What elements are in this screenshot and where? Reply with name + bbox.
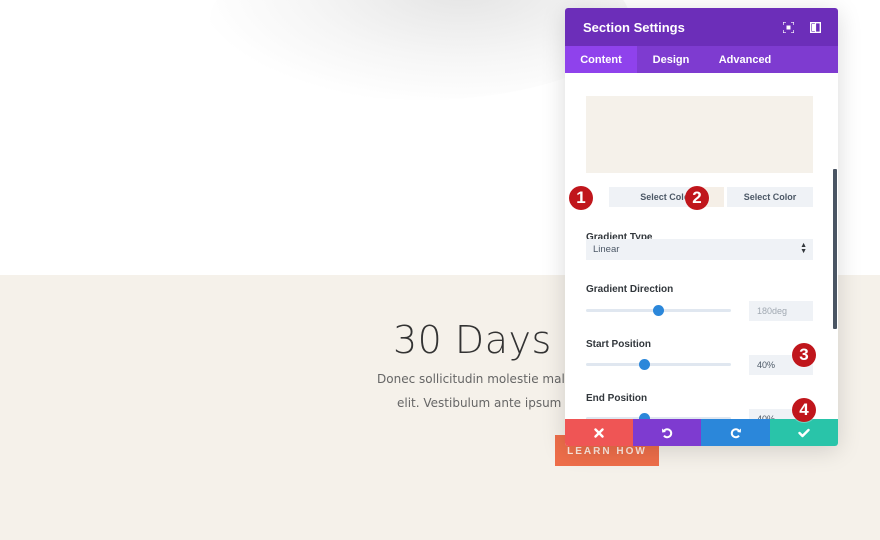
select-arrows-icon: ▲ ▼ — [800, 242, 807, 255]
undo-button[interactable] — [633, 419, 701, 446]
section-settings-panel: Section Settings Content Design Advanced — [565, 8, 838, 446]
hero-title: 30 Days o — [393, 318, 589, 362]
expand-icon[interactable] — [781, 20, 795, 34]
tab-advanced[interactable]: Advanced — [705, 46, 785, 73]
annotation-marker-2: 2 — [685, 186, 709, 210]
tab-design[interactable]: Design — [637, 46, 705, 73]
redo-icon — [730, 427, 741, 438]
redo-button[interactable] — [701, 419, 770, 446]
gradient-type-value: Linear — [593, 244, 620, 255]
tab-content[interactable]: Content — [565, 46, 637, 73]
cancel-button[interactable] — [565, 419, 633, 446]
gradient-direction-input[interactable]: 180deg — [749, 301, 813, 321]
annotation-marker-4: 4 — [792, 398, 816, 422]
gradient-direction-label: Gradient Direction — [586, 284, 674, 295]
undo-icon — [662, 427, 673, 438]
slider-handle[interactable] — [653, 305, 664, 316]
gradient-type-select[interactable]: Linear ▲ ▼ — [586, 239, 813, 260]
annotation-marker-3: 3 — [792, 343, 816, 367]
annotation-marker-1: 1 — [569, 186, 593, 210]
save-button[interactable] — [770, 419, 838, 446]
panel-header[interactable]: Section Settings — [565, 8, 838, 46]
check-icon — [798, 428, 810, 437]
start-position-slider[interactable] — [586, 359, 731, 370]
start-position-label: Start Position — [586, 339, 652, 350]
panel-body: Select Color Select Color Gradient Type … — [565, 73, 838, 419]
slider-handle[interactable] — [638, 359, 650, 370]
tab-bar: Content Design Advanced — [565, 46, 838, 73]
panel-scrollbar[interactable] — [833, 169, 837, 329]
split-view-icon[interactable] — [808, 20, 822, 34]
gradient-preview — [586, 96, 813, 173]
gradient-direction-slider[interactable] — [586, 305, 731, 316]
page: 30 Days o Donec sollicitudin molestie ma… — [0, 0, 880, 540]
end-position-label: End Position — [586, 393, 648, 404]
select-color-button-2[interactable]: Select Color — [727, 187, 813, 207]
panel-footer — [565, 419, 838, 446]
panel-title: Section Settings — [583, 19, 685, 35]
close-icon — [594, 427, 604, 438]
